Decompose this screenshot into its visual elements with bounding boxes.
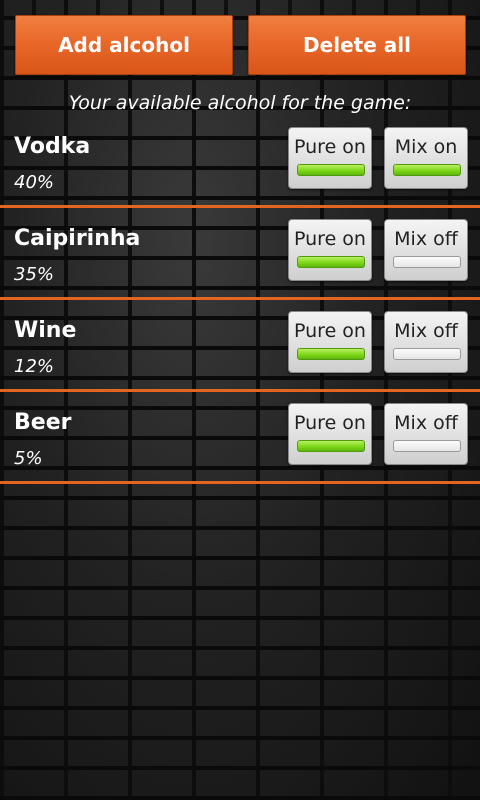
pure-toggle[interactable]: Pure on xyxy=(288,127,372,189)
pure-toggle[interactable]: Pure on xyxy=(288,219,372,281)
list-item: Beer 5% Pure on Mix off xyxy=(0,396,480,488)
pure-toggle-label: Pure on xyxy=(294,412,366,434)
list-item: Caipirinha 35% Pure on Mix off xyxy=(0,212,480,304)
pure-toggle[interactable]: Pure on xyxy=(288,311,372,373)
alcohol-list: Vodka 40% Pure on Mix on Caipirinha 35% … xyxy=(0,120,480,488)
pure-toggle[interactable]: Pure on xyxy=(288,403,372,465)
mix-toggle[interactable]: Mix off xyxy=(384,403,468,465)
item-name: Wine xyxy=(14,318,77,343)
item-percent: 35% xyxy=(14,264,55,285)
list-item: Wine 12% Pure on Mix off xyxy=(0,304,480,396)
pure-indicator xyxy=(297,164,365,176)
mix-toggle-label: Mix off xyxy=(394,320,458,342)
top-toolbar: Add alcohol Delete all xyxy=(15,15,466,75)
item-percent: 40% xyxy=(14,172,55,193)
pure-toggle-label: Pure on xyxy=(294,136,366,158)
pure-indicator xyxy=(297,348,365,360)
pure-toggle-label: Pure on xyxy=(294,228,366,250)
mix-toggle-label: Mix off xyxy=(394,412,458,434)
add-alcohol-button[interactable]: Add alcohol xyxy=(15,15,233,75)
item-name: Caipirinha xyxy=(14,226,141,251)
item-name: Vodka xyxy=(14,134,91,159)
mix-indicator xyxy=(393,440,461,452)
pure-indicator xyxy=(297,440,365,452)
mix-toggle[interactable]: Mix off xyxy=(384,219,468,281)
mix-indicator xyxy=(393,164,461,176)
list-item: Vodka 40% Pure on Mix on xyxy=(0,120,480,212)
item-percent: 5% xyxy=(14,448,43,469)
item-percent: 12% xyxy=(14,356,55,377)
mix-toggle[interactable]: Mix off xyxy=(384,311,468,373)
row-divider xyxy=(0,297,480,300)
pure-toggle-label: Pure on xyxy=(294,320,366,342)
row-divider xyxy=(0,481,480,484)
mix-indicator xyxy=(393,348,461,360)
pure-indicator xyxy=(297,256,365,268)
row-divider xyxy=(0,389,480,392)
mix-toggle-label: Mix on xyxy=(394,136,458,158)
item-name: Beer xyxy=(14,410,72,435)
mix-toggle-label: Mix off xyxy=(394,228,458,250)
delete-all-button[interactable]: Delete all xyxy=(248,15,466,75)
row-divider xyxy=(0,205,480,208)
subtitle: Your available alcohol for the game: xyxy=(68,92,412,114)
mix-indicator xyxy=(393,256,461,268)
mix-toggle[interactable]: Mix on xyxy=(384,127,468,189)
